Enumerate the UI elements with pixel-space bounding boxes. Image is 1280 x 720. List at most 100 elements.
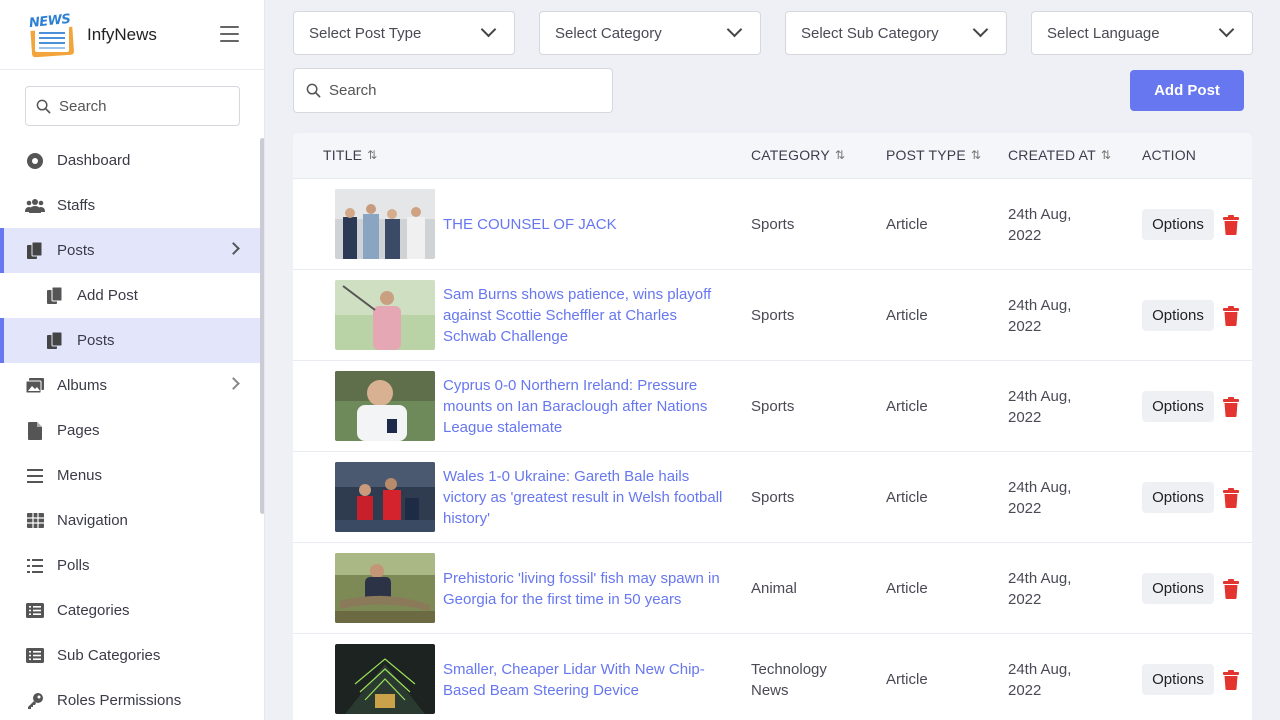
sidebar-item-categories[interactable]: Categories (0, 588, 260, 633)
options-button[interactable]: Options (1142, 300, 1214, 331)
post-type: Article (886, 216, 928, 233)
sidebar-item-label: Albums (57, 377, 108, 394)
sidebar-item-polls[interactable]: Polls (0, 543, 260, 588)
post-type: Article (886, 580, 928, 597)
sidebar-item-pages[interactable]: Pages (0, 408, 260, 453)
infynews-logo[interactable]: NEWS (25, 11, 75, 58)
sidebar-item-navigation[interactable]: Navigation (0, 498, 260, 543)
options-button[interactable]: Options (1142, 573, 1214, 604)
language-select[interactable]: Select Language (1031, 11, 1253, 55)
category-select[interactable]: Select Category (539, 11, 761, 55)
users-icon (25, 196, 45, 216)
trash-icon[interactable] (1223, 306, 1239, 326)
post-thumbnail[interactable] (335, 280, 435, 350)
sidebar-item-label: Sub Categories (57, 647, 161, 664)
post-thumbnail[interactable] (335, 644, 435, 714)
options-button[interactable]: Options (1142, 664, 1214, 695)
search-icon (306, 83, 321, 98)
chevron-right-icon (227, 377, 240, 390)
post-created-at: 24th Aug, 2022 (1008, 387, 1072, 426)
trash-icon[interactable] (1223, 579, 1239, 599)
sort-icon: ⇅ (834, 148, 846, 162)
sidebar-item-menus[interactable]: Menus (0, 453, 260, 498)
post-thumbnail[interactable] (335, 462, 435, 532)
header-post-type[interactable]: POST TYPE ⇅ (886, 147, 981, 163)
header-label: POST TYPE (886, 147, 966, 163)
sub-category-select[interactable]: Select Sub Category (785, 11, 1007, 55)
table-row: Wales 1-0 Ukraine: Gareth Bale hails vic… (293, 452, 1252, 543)
chevron-down-icon (1218, 21, 1235, 38)
post-title-link[interactable]: Cyprus 0-0 Northern Ireland: Pressure mo… (443, 361, 723, 452)
sidebar-item-posts-list[interactable]: Posts (0, 318, 260, 363)
header-action: ACTION (1142, 147, 1196, 163)
list-alt-icon (25, 601, 45, 621)
sidebar-item-add-post[interactable]: Add Post (0, 273, 260, 318)
post-category: Technology News (751, 660, 827, 699)
post-created-at: 24th Aug, 2022 (1008, 569, 1072, 608)
post-title-link[interactable]: THE COUNSEL OF JACK (443, 179, 723, 270)
chevron-right-icon (227, 242, 240, 255)
sidebar-item-albums[interactable]: Albums (0, 363, 260, 408)
select-label: Select Category (555, 24, 662, 42)
list-alt-icon (25, 646, 45, 666)
sort-icon: ⇅ (367, 148, 378, 162)
filters-bar: Select Post Type Select Category Select … (293, 11, 1253, 55)
table-row: Sam Burns shows patience, wins playoff a… (293, 270, 1252, 361)
sort-icon: ⇅ (1100, 148, 1112, 162)
search-icon (36, 99, 51, 113)
sidebar-item-label: Staffs (57, 197, 96, 214)
table-row: THE COUNSEL OF JACK Sports Article 24th … (293, 179, 1252, 270)
dashboard-icon (25, 151, 45, 171)
header-label: TITLE (323, 147, 363, 163)
options-button[interactable]: Options (1142, 482, 1214, 513)
post-title-link[interactable]: Sam Burns shows patience, wins playoff a… (443, 270, 723, 361)
options-button[interactable]: Options (1142, 209, 1214, 240)
sidebar-item-sub-categories[interactable]: Sub Categories (0, 633, 260, 678)
sidebar-item-roles-permissions[interactable]: Roles Permissions (0, 678, 260, 720)
copy-icon (25, 241, 45, 261)
add-post-button[interactable]: Add Post (1130, 70, 1244, 111)
post-type-select[interactable]: Select Post Type (293, 11, 515, 55)
trash-icon[interactable] (1223, 670, 1239, 690)
post-thumbnail[interactable] (335, 189, 435, 259)
post-thumbnail[interactable] (335, 371, 435, 441)
sort-icon: ⇅ (970, 148, 982, 162)
post-created-at: 24th Aug, 2022 (1008, 478, 1072, 517)
list-icon (25, 556, 45, 576)
sidebar: NEWS InfyNews Dashboard Staffs Posts Add… (0, 0, 265, 720)
header-title[interactable]: TITLE ⇅ (323, 147, 377, 163)
post-title-link[interactable]: Smaller, Cheaper Lidar With New Chip-Bas… (443, 634, 723, 720)
post-title-link[interactable]: Wales 1-0 Ukraine: Gareth Bale hails vic… (443, 452, 723, 543)
post-created-at: 24th Aug, 2022 (1008, 660, 1072, 699)
sidebar-item-staffs[interactable]: Staffs (0, 183, 260, 228)
header-category[interactable]: CATEGORY ⇅ (751, 147, 845, 163)
post-type: Article (886, 307, 928, 324)
sidebar-item-label: Navigation (57, 512, 128, 529)
hamburger-menu-icon[interactable] (220, 26, 239, 44)
post-category: Sports (751, 489, 795, 506)
header-label: CATEGORY (751, 147, 830, 163)
trash-icon[interactable] (1223, 397, 1239, 417)
post-title-link[interactable]: Prehistoric 'living fossil' fish may spa… (443, 543, 723, 634)
trash-icon[interactable] (1223, 488, 1239, 508)
table-row: Prehistoric 'living fossil' fish may spa… (293, 543, 1252, 634)
post-thumbnail[interactable] (335, 553, 435, 623)
header-created-at[interactable]: CREATED AT ⇅ (1008, 147, 1111, 163)
post-category: Sports (751, 398, 795, 415)
sidebar-item-label: Roles Permissions (57, 692, 182, 709)
post-search-input[interactable] (329, 82, 599, 99)
chevron-down-icon (726, 21, 743, 38)
sidebar-item-label: Posts (77, 332, 115, 349)
bars-icon (25, 466, 45, 486)
sidebar-item-label: Menus (57, 467, 103, 484)
sidebar-item-dashboard[interactable]: Dashboard (0, 138, 260, 183)
trash-icon[interactable] (1223, 215, 1239, 235)
chevron-down-icon (480, 21, 497, 38)
sidebar-search-input[interactable] (59, 97, 219, 115)
sidebar-item-posts[interactable]: Posts (0, 228, 260, 273)
grid-icon (25, 511, 45, 531)
copy-icon (45, 331, 65, 351)
options-button[interactable]: Options (1142, 391, 1214, 422)
images-icon (25, 376, 45, 396)
select-label: Select Post Type (309, 24, 422, 42)
